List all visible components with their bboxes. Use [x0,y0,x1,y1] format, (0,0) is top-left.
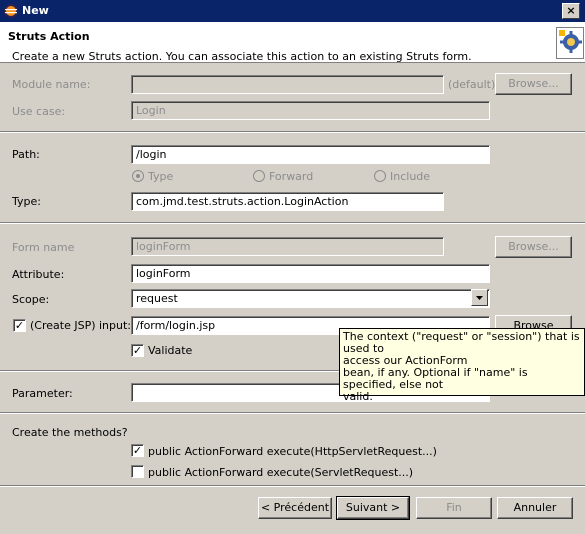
checkmark-icon: ✓ [132,444,143,457]
module-name-label: Module name: [12,78,91,91]
form-name-field[interactable]: loginForm [131,237,444,256]
type-field[interactable]: com.jmd.test.struts.action.LoginAction [131,192,444,211]
radio-selected-dot [136,174,140,178]
radio-type[interactable] [132,170,144,182]
validate-checkbox[interactable]: ✓ [131,344,144,357]
parameter-label: Parameter: [12,387,73,400]
separator [0,485,585,487]
use-case-label: Use case: [12,105,66,118]
checkmark-icon: ✓ [14,319,25,332]
create-jsp-checkbox[interactable]: ✓ [13,319,26,332]
eclipse-icon [4,4,18,18]
title-bar[interactable]: New × [0,0,585,22]
tooltip-line: The context ("request" or "session") tha… [343,330,580,355]
radio-forward[interactable] [253,170,265,182]
scope-dropdown-button[interactable] [471,289,488,306]
path-label: Path: [12,148,40,161]
page-title: Struts Action [8,30,90,43]
tooltip-line: specified, else not [343,378,444,391]
checkmark-icon: ✓ [132,344,143,357]
method2-label: public ActionForward execute(ServletRequ… [148,466,414,479]
scope-select[interactable]: request [131,289,490,308]
create-methods-label: Create the methods? [12,426,128,439]
validate-label: Validate [148,344,193,357]
cancel-button[interactable]: Annuler [497,497,573,519]
method1-checkbox[interactable]: ✓ [131,444,144,457]
create-jsp-label: (Create JSP) input: [30,319,131,332]
default-label: (default) [448,78,496,91]
wizard-banner: Struts Action Create a new Struts action… [0,22,585,63]
form-name-label: Form name [12,241,75,254]
tooltip-line: valid. [343,390,373,403]
radio-forward-label: Forward [269,170,314,183]
attribute-field[interactable]: loginForm [131,264,490,283]
struts-gear-icon [556,27,584,59]
separator [0,412,585,414]
page-description: Create a new Struts action. You can asso… [12,50,472,63]
radio-include[interactable] [374,170,386,182]
back-button[interactable]: < Précédent [258,497,332,519]
type-label: Type: [12,195,41,208]
separator [0,222,585,224]
window-title: New [22,4,49,17]
use-case-field[interactable]: Login [131,101,490,120]
form-browse-button[interactable]: Browse... [495,236,572,258]
radio-type-label: Type [148,170,174,183]
finish-button[interactable]: Fin [416,497,492,519]
attribute-label: Attribute: [12,268,65,281]
path-field[interactable]: /login [131,145,490,164]
chevron-down-icon [476,296,483,300]
close-icon: × [566,4,576,17]
radio-include-label: Include [390,170,431,183]
module-name-field[interactable] [131,75,444,94]
scope-tooltip: The context ("request" or "session") tha… [339,328,585,403]
method1-label: public ActionForward execute(HttpServlet… [148,445,437,458]
method2-checkbox[interactable] [131,465,144,478]
separator [0,131,585,133]
module-browse-button[interactable]: Browse... [495,73,572,95]
next-button[interactable]: Suivant > [336,496,410,520]
close-button[interactable]: × [562,3,580,19]
scope-label: Scope: [12,293,50,306]
